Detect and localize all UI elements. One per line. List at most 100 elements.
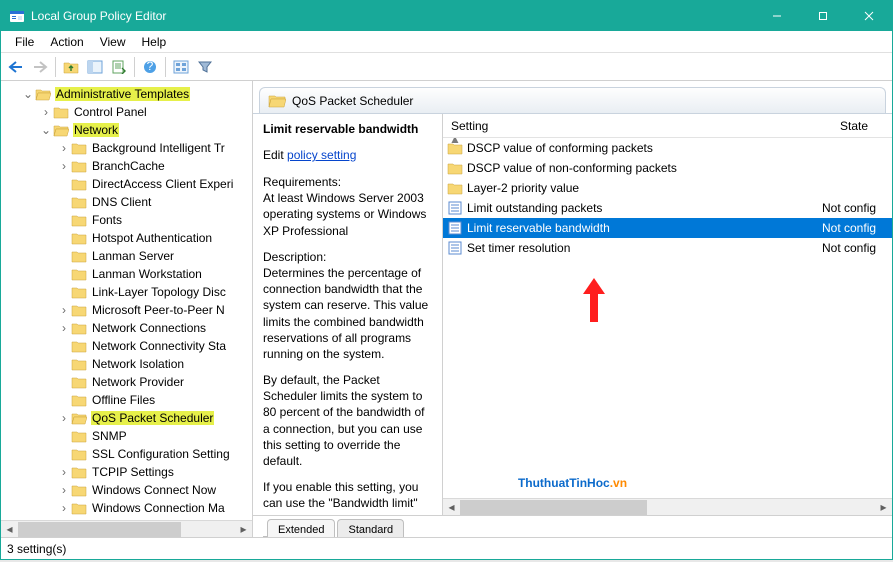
tree-node[interactable]: › Background Intelligent Tr	[1, 139, 252, 157]
svg-text:?: ?	[147, 60, 154, 73]
list-row[interactable]: DSCP value of conforming packets	[443, 138, 892, 158]
tree-label: DirectAccess Client Experi	[91, 177, 234, 191]
tree-label: Microsoft Peer-to-Peer N	[91, 303, 226, 317]
folder-header: QoS Packet Scheduler	[259, 87, 886, 113]
collapse-icon[interactable]: ⌄	[39, 123, 53, 137]
tree-node[interactable]: Lanman Server	[1, 247, 252, 265]
export-list-button[interactable]	[108, 56, 130, 78]
maximize-button[interactable]	[800, 1, 846, 31]
tree-node[interactable]: Network Connectivity Sta	[1, 337, 252, 355]
window-title: Local Group Policy Editor	[31, 9, 754, 23]
tree-label: Background Intelligent Tr	[91, 141, 226, 155]
all-settings-button[interactable]	[170, 56, 192, 78]
column-state[interactable]: State	[832, 119, 892, 133]
tree-node-control-panel[interactable]: › Control Panel	[1, 103, 252, 121]
collapse-icon[interactable]: ⌄	[21, 87, 35, 101]
expand-icon[interactable]: ›	[57, 321, 71, 335]
expand-icon[interactable]: ›	[57, 465, 71, 479]
tree-node[interactable]: SNMP	[1, 427, 252, 445]
tree-node[interactable]: ›TCPIP Settings	[1, 463, 252, 481]
tree-node[interactable]: › QoS Packet Scheduler	[1, 409, 252, 427]
tree-node[interactable]: Link-Layer Topology Disc	[1, 283, 252, 301]
tree-node[interactable]: Fonts	[1, 211, 252, 229]
sort-indicator-icon: ▲	[449, 138, 461, 146]
tree-node[interactable]: Lanman Workstation	[1, 265, 252, 283]
tree-node[interactable]: Network Provider	[1, 373, 252, 391]
list-row[interactable]: Limit outstanding packetsNot config	[443, 198, 892, 218]
tree-node[interactable]: SSL Configuration Setting	[1, 445, 252, 463]
list-row[interactable]: Layer-2 priority value	[443, 178, 892, 198]
tree-label: Hotspot Authentication	[91, 231, 213, 245]
edit-policy-line: Edit policy setting	[263, 148, 432, 162]
list-item-state: Not config	[822, 201, 892, 215]
tab-standard[interactable]: Standard	[337, 519, 404, 537]
settings-list-pane: Setting State ▲ DSCP value of conforming…	[443, 114, 892, 515]
list-item-label: Set timer resolution	[467, 241, 822, 255]
tree-node[interactable]: DNS Client	[1, 193, 252, 211]
menu-action[interactable]: Action	[42, 33, 91, 51]
tree-node[interactable]: ›Windows Connect Now	[1, 481, 252, 499]
annotation-arrow-icon	[579, 276, 609, 324]
expand-icon[interactable]: ›	[57, 303, 71, 317]
list-header: Setting State	[443, 114, 892, 138]
scroll-left-button[interactable]: ◂	[1, 521, 18, 538]
tree-label: DNS Client	[91, 195, 152, 209]
tree-node[interactable]: Network Isolation	[1, 355, 252, 373]
tree-label: Offline Files	[91, 393, 156, 407]
up-folder-button[interactable]	[60, 56, 82, 78]
show-hide-tree-button[interactable]	[84, 56, 106, 78]
policy-icon	[447, 220, 463, 236]
list-item-label: DSCP value of non-conforming packets	[467, 161, 822, 175]
statusbar: 3 setting(s)	[1, 537, 892, 559]
column-setting[interactable]: Setting	[443, 119, 832, 133]
tree-node[interactable]: ›BranchCache	[1, 157, 252, 175]
minimize-button[interactable]	[754, 1, 800, 31]
tree-node-admin-templates[interactable]: ⌄ Administrative Templates	[1, 85, 252, 103]
list-row[interactable]: Limit reservable bandwidthNot config	[443, 218, 892, 238]
tree-node-network[interactable]: ⌄ Network	[1, 121, 252, 139]
list-item-label: DSCP value of conforming packets	[467, 141, 822, 155]
tree-label: Administrative Templates	[55, 87, 190, 101]
list-item-state: Not config	[822, 221, 892, 235]
tree-label: QoS Packet Scheduler	[91, 411, 214, 425]
tree-horizontal-scrollbar[interactable]: ◂ ▸	[1, 520, 252, 537]
tree-node[interactable]: › Network Connections	[1, 319, 252, 337]
list-row[interactable]: DSCP value of non-conforming packets	[443, 158, 892, 178]
toolbar: ?	[1, 53, 892, 81]
tab-extended[interactable]: Extended	[267, 519, 335, 537]
tree-node[interactable]: › Microsoft Peer-to-Peer N	[1, 301, 252, 319]
filter-button[interactable]	[194, 56, 216, 78]
edit-policy-link[interactable]: policy setting	[287, 148, 356, 162]
description-heading: Description:	[263, 250, 326, 264]
tree-label: SNMP	[91, 429, 128, 443]
back-button[interactable]	[5, 56, 27, 78]
tree-label: Lanman Server	[91, 249, 175, 263]
expand-icon[interactable]: ›	[57, 501, 71, 515]
menu-help[interactable]: Help	[134, 33, 175, 51]
scroll-right-button[interactable]: ▸	[235, 521, 252, 538]
tree-node[interactable]: ›Windows Connection Ma	[1, 499, 252, 517]
list-horizontal-scrollbar[interactable]: ◂ ▸	[443, 498, 892, 515]
close-button[interactable]	[846, 1, 892, 31]
expand-icon[interactable]: ›	[57, 411, 71, 425]
expand-icon[interactable]: ›	[57, 141, 71, 155]
list-row[interactable]: Set timer resolutionNot config	[443, 238, 892, 258]
app-icon	[9, 8, 25, 24]
menubar: File Action View Help	[1, 31, 892, 53]
tree-label: Network Connections	[91, 321, 207, 335]
expand-icon[interactable]: ›	[57, 483, 71, 497]
tree-node[interactable]: Offline Files	[1, 391, 252, 409]
tree-node[interactable]: Hotspot Authentication	[1, 229, 252, 247]
expand-icon[interactable]: ›	[57, 159, 71, 173]
view-tabs: Extended Standard	[253, 515, 892, 537]
policy-icon	[447, 200, 463, 216]
selected-setting-title: Limit reservable bandwidth	[263, 122, 432, 136]
tree-node[interactable]: DirectAccess Client Experi	[1, 175, 252, 193]
menu-view[interactable]: View	[92, 33, 134, 51]
scroll-left-button[interactable]: ◂	[443, 499, 460, 516]
forward-button[interactable]	[29, 56, 51, 78]
menu-file[interactable]: File	[7, 33, 42, 51]
expand-icon[interactable]: ›	[39, 105, 53, 119]
help-button[interactable]: ?	[139, 56, 161, 78]
scroll-right-button[interactable]: ▸	[875, 499, 892, 516]
